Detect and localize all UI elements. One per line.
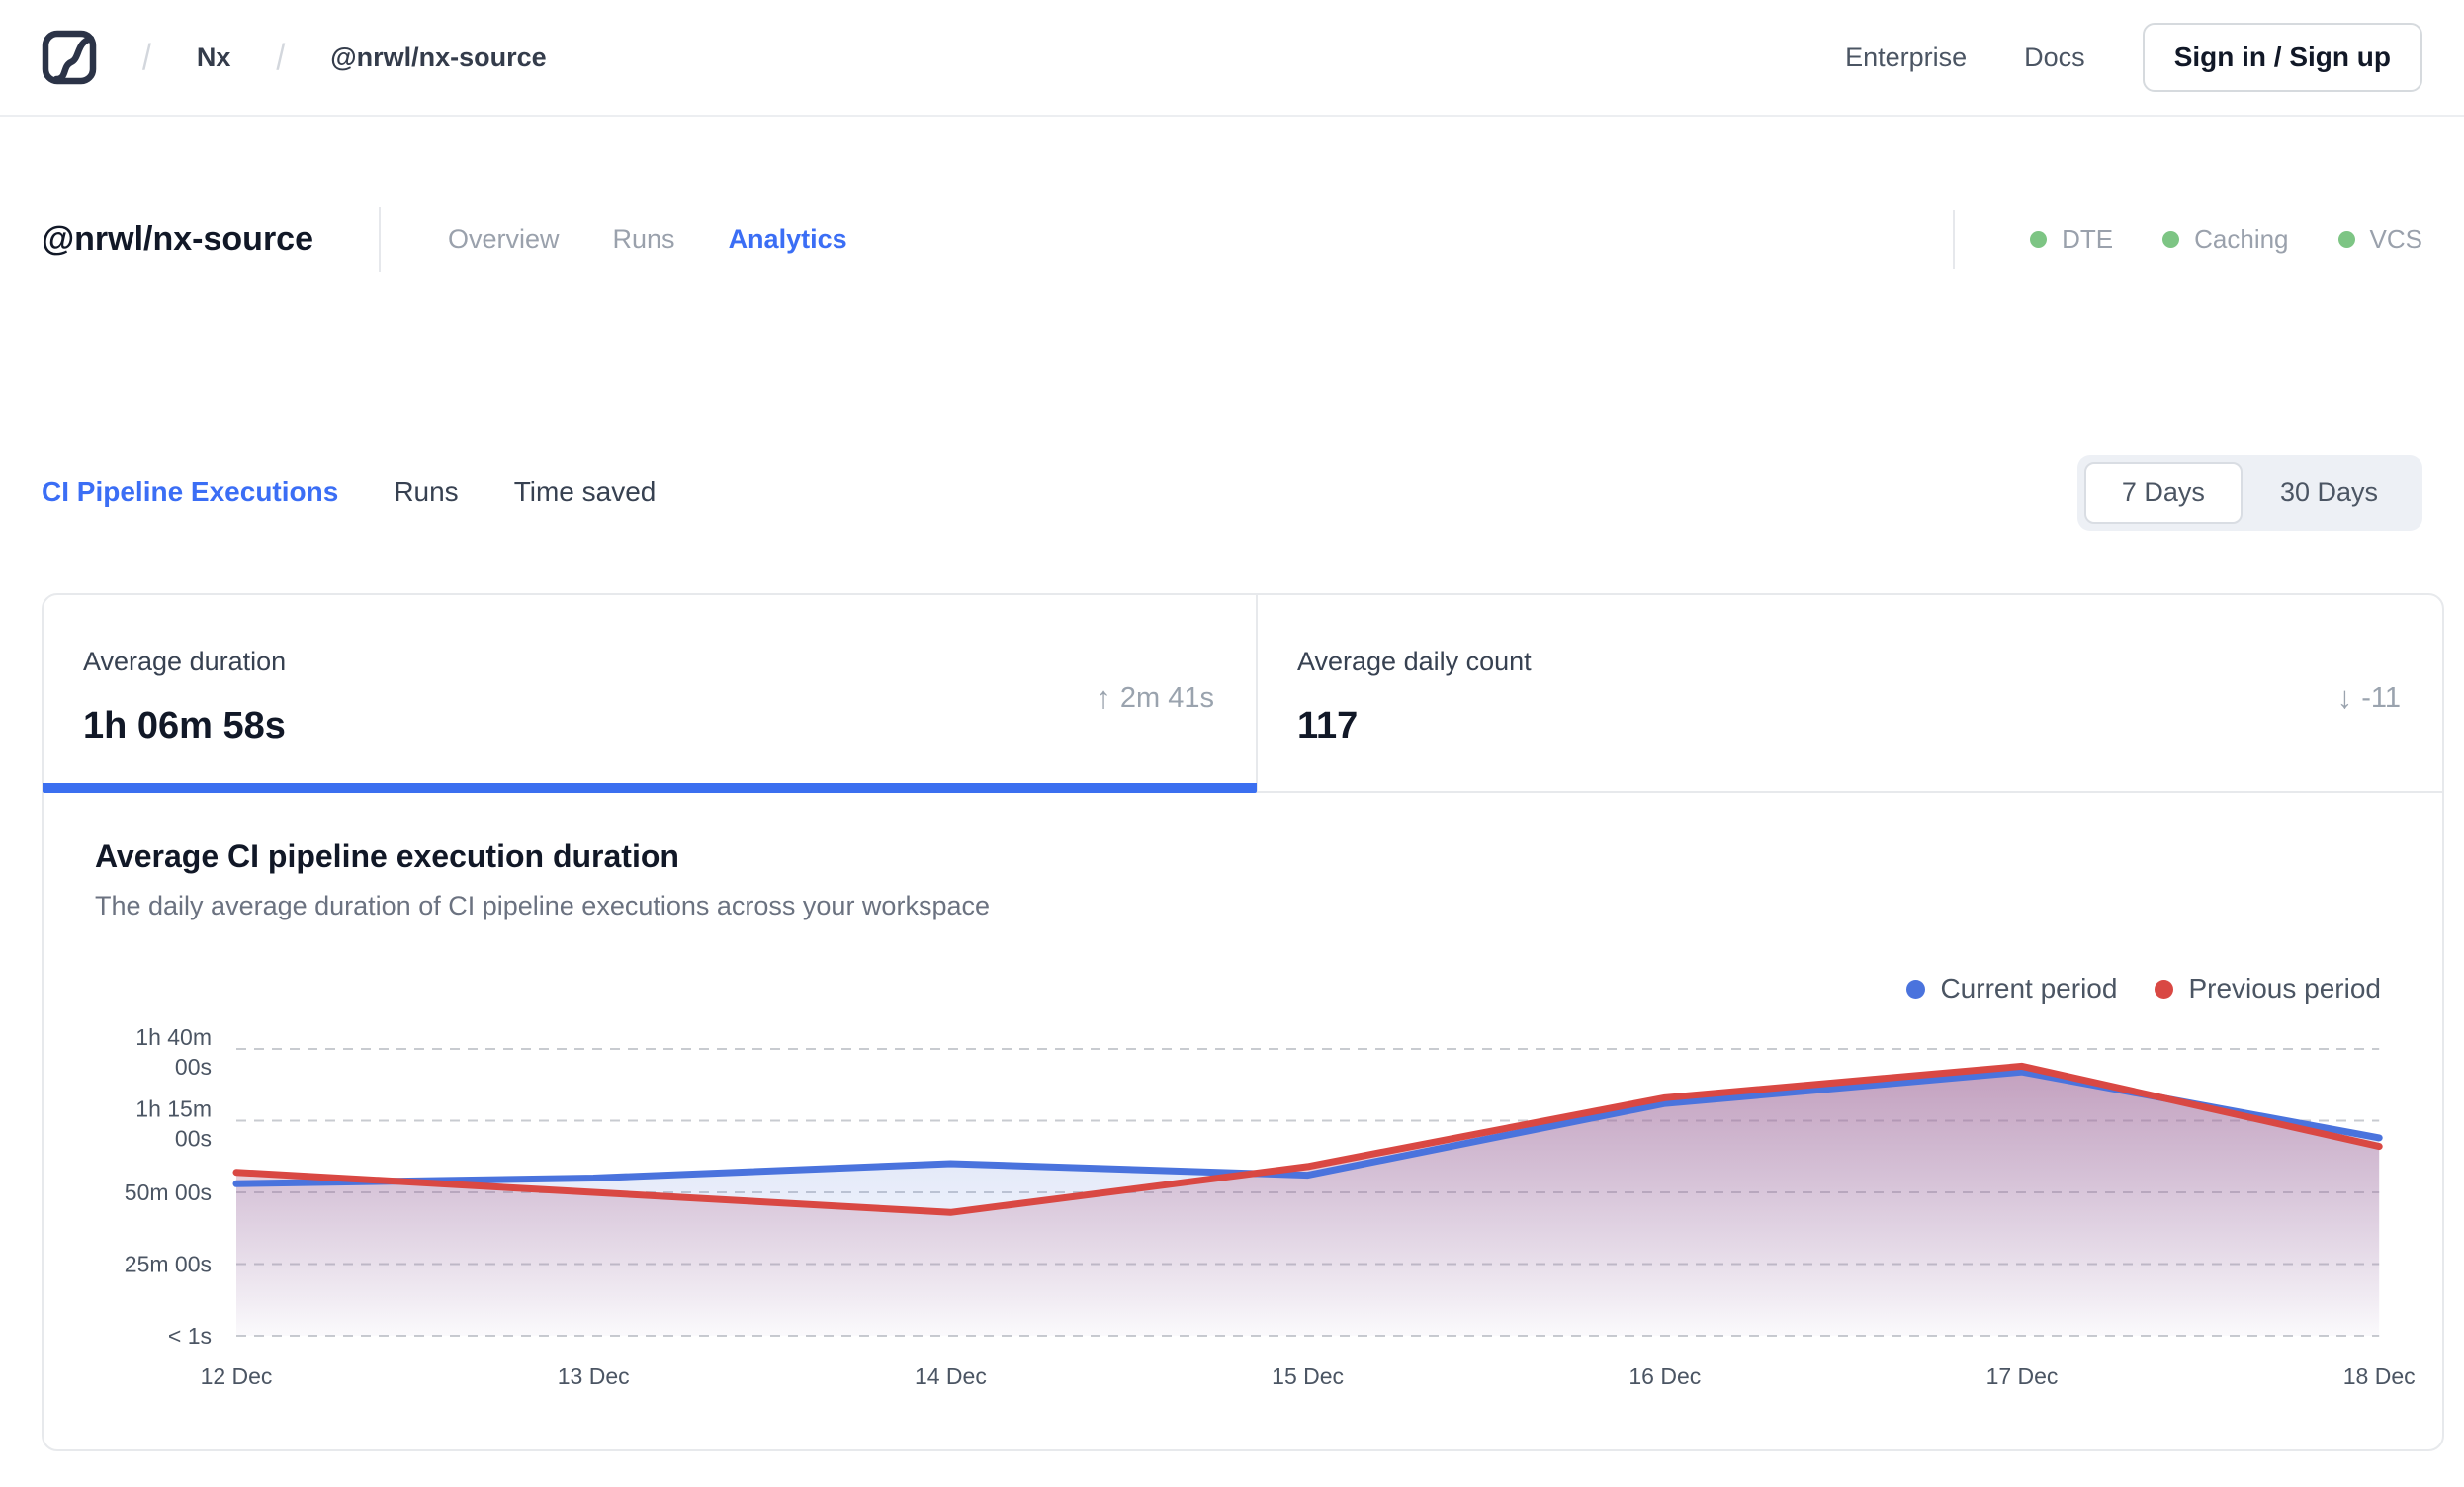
previous-period-area bbox=[236, 1066, 2380, 1336]
stat-label: Average daily count bbox=[1297, 647, 1532, 676]
y-axis-tick-label: 25m 00s bbox=[125, 1252, 212, 1277]
x-axis-tick-label: 16 Dec bbox=[1628, 1363, 1701, 1389]
x-axis-tick-label: 13 Dec bbox=[558, 1363, 630, 1389]
y-axis-tick-label: < 1s bbox=[168, 1323, 212, 1349]
arrow-down-icon: ↓ bbox=[2336, 680, 2353, 715]
x-axis-tick-label: 17 Dec bbox=[1986, 1363, 2059, 1389]
stat-cards-row: Average duration 1h 06m 58s ↑ 2m 41s Ave… bbox=[43, 595, 2442, 793]
tab-ci-pipeline-executions[interactable]: CI Pipeline Executions bbox=[42, 477, 338, 508]
range-30-days-button[interactable]: 30 Days bbox=[2243, 462, 2416, 524]
badge-label: DTE bbox=[2062, 223, 2114, 254]
range-7-days-button[interactable]: 7 Days bbox=[2083, 461, 2243, 524]
arrow-up-icon: ↑ bbox=[1096, 680, 1111, 715]
divider bbox=[1953, 210, 1956, 269]
sign-in-button[interactable]: Sign in / Sign up bbox=[2142, 23, 2422, 92]
delta-value: -11 bbox=[2361, 681, 2401, 714]
active-card-indicator bbox=[43, 783, 1257, 793]
y-axis-tick-label: 1h 15m bbox=[135, 1096, 212, 1122]
docs-link[interactable]: Docs bbox=[2024, 43, 2085, 73]
badge-label: VCS bbox=[2369, 223, 2422, 254]
breadcrumb-repo[interactable]: @nrwl/nx-source bbox=[330, 43, 546, 73]
status-badge-dte: DTE bbox=[2030, 224, 2113, 255]
y-axis-tick-label: 00s bbox=[175, 1126, 212, 1152]
stat-card-average-duration[interactable]: Average duration 1h 06m 58s ↑ 2m 41s bbox=[43, 595, 1258, 793]
topbar-right-group: Enterprise Docs Sign in / Sign up bbox=[1845, 23, 2422, 92]
duration-chart-area: Average CI pipeline execution duration T… bbox=[44, 793, 2442, 1449]
top-navigation-bar: / Nx / @nrwl/nx-source Enterprise Docs S… bbox=[0, 0, 2464, 117]
stat-card-average-daily-count[interactable]: Average daily count 117 ↓ -11 bbox=[1258, 595, 2442, 791]
y-axis-tick-label: 1h 40m bbox=[135, 1024, 212, 1050]
enterprise-link[interactable]: Enterprise bbox=[1845, 43, 1967, 73]
page-title: @nrwl/nx-source bbox=[42, 219, 313, 258]
x-axis-tick-label: 15 Dec bbox=[1272, 1363, 1344, 1389]
duration-line-chart: 1h 40m 00s 1h 15m 00s 50m 00s 25m 00s < 1s 12 D… bbox=[125, 1024, 2416, 1389]
breadcrumb: / Nx / @nrwl/nx-source bbox=[42, 30, 547, 85]
tab-analytics[interactable]: Analytics bbox=[729, 224, 847, 255]
status-badge-vcs: VCS bbox=[2337, 223, 2422, 255]
status-badge-caching: Caching bbox=[2162, 223, 2289, 255]
workspace-header-row: @nrwl/nx-source Overview Runs Analytics … bbox=[42, 200, 2422, 279]
tab-time-saved[interactable]: Time saved bbox=[514, 477, 657, 508]
tab-runs-analytics[interactable]: Runs bbox=[394, 477, 458, 508]
divider bbox=[379, 207, 381, 272]
breadcrumb-separator: / bbox=[142, 36, 151, 78]
stat-value: 1h 06m 58s bbox=[83, 705, 286, 746]
breadcrumb-org[interactable]: Nx bbox=[197, 43, 231, 73]
x-axis-tick-label: 18 Dec bbox=[2343, 1363, 2416, 1389]
y-axis-tick-label: 50m 00s bbox=[125, 1180, 212, 1205]
y-axis-tick-label: 00s bbox=[175, 1054, 212, 1080]
x-axis-tick-label: 12 Dec bbox=[201, 1363, 273, 1389]
stat-value: 117 bbox=[1297, 705, 1359, 746]
stat-delta: ↓ -11 bbox=[2337, 680, 2401, 716]
stat-label: Average duration bbox=[83, 647, 287, 676]
ci-pipeline-panel: Average duration 1h 06m 58s ↑ 2m 41s Ave… bbox=[42, 593, 2444, 1451]
nx-cloud-analytics-page: / Nx / @nrwl/nx-source Enterprise Docs S… bbox=[0, 0, 2464, 1487]
analytics-tabs: CI Pipeline Executions Runs Time saved bbox=[42, 477, 656, 508]
workspace-tabs: Overview Runs Analytics bbox=[448, 224, 847, 255]
delta-value: 2m 41s bbox=[1119, 681, 1214, 714]
analytics-subtab-row: CI Pipeline Executions Runs Time saved 7… bbox=[42, 453, 2422, 532]
tab-overview[interactable]: Overview bbox=[448, 224, 560, 255]
stat-delta: ↑ 2m 41s bbox=[1096, 680, 1214, 716]
date-range-toggle: 7 Days 30 Days bbox=[2076, 454, 2422, 531]
workspace-status-badges: DTE Caching VCS bbox=[1953, 210, 2422, 269]
badge-label: Caching bbox=[2194, 223, 2289, 254]
x-axis-tick-label: 14 Dec bbox=[915, 1363, 987, 1389]
green-dot-icon bbox=[2030, 230, 2048, 248]
tab-runs[interactable]: Runs bbox=[613, 224, 675, 255]
green-dot-icon bbox=[2162, 230, 2180, 248]
green-dot-icon bbox=[2337, 230, 2355, 248]
nx-cloud-logo-icon[interactable] bbox=[42, 30, 97, 85]
breadcrumb-separator: / bbox=[276, 36, 286, 78]
